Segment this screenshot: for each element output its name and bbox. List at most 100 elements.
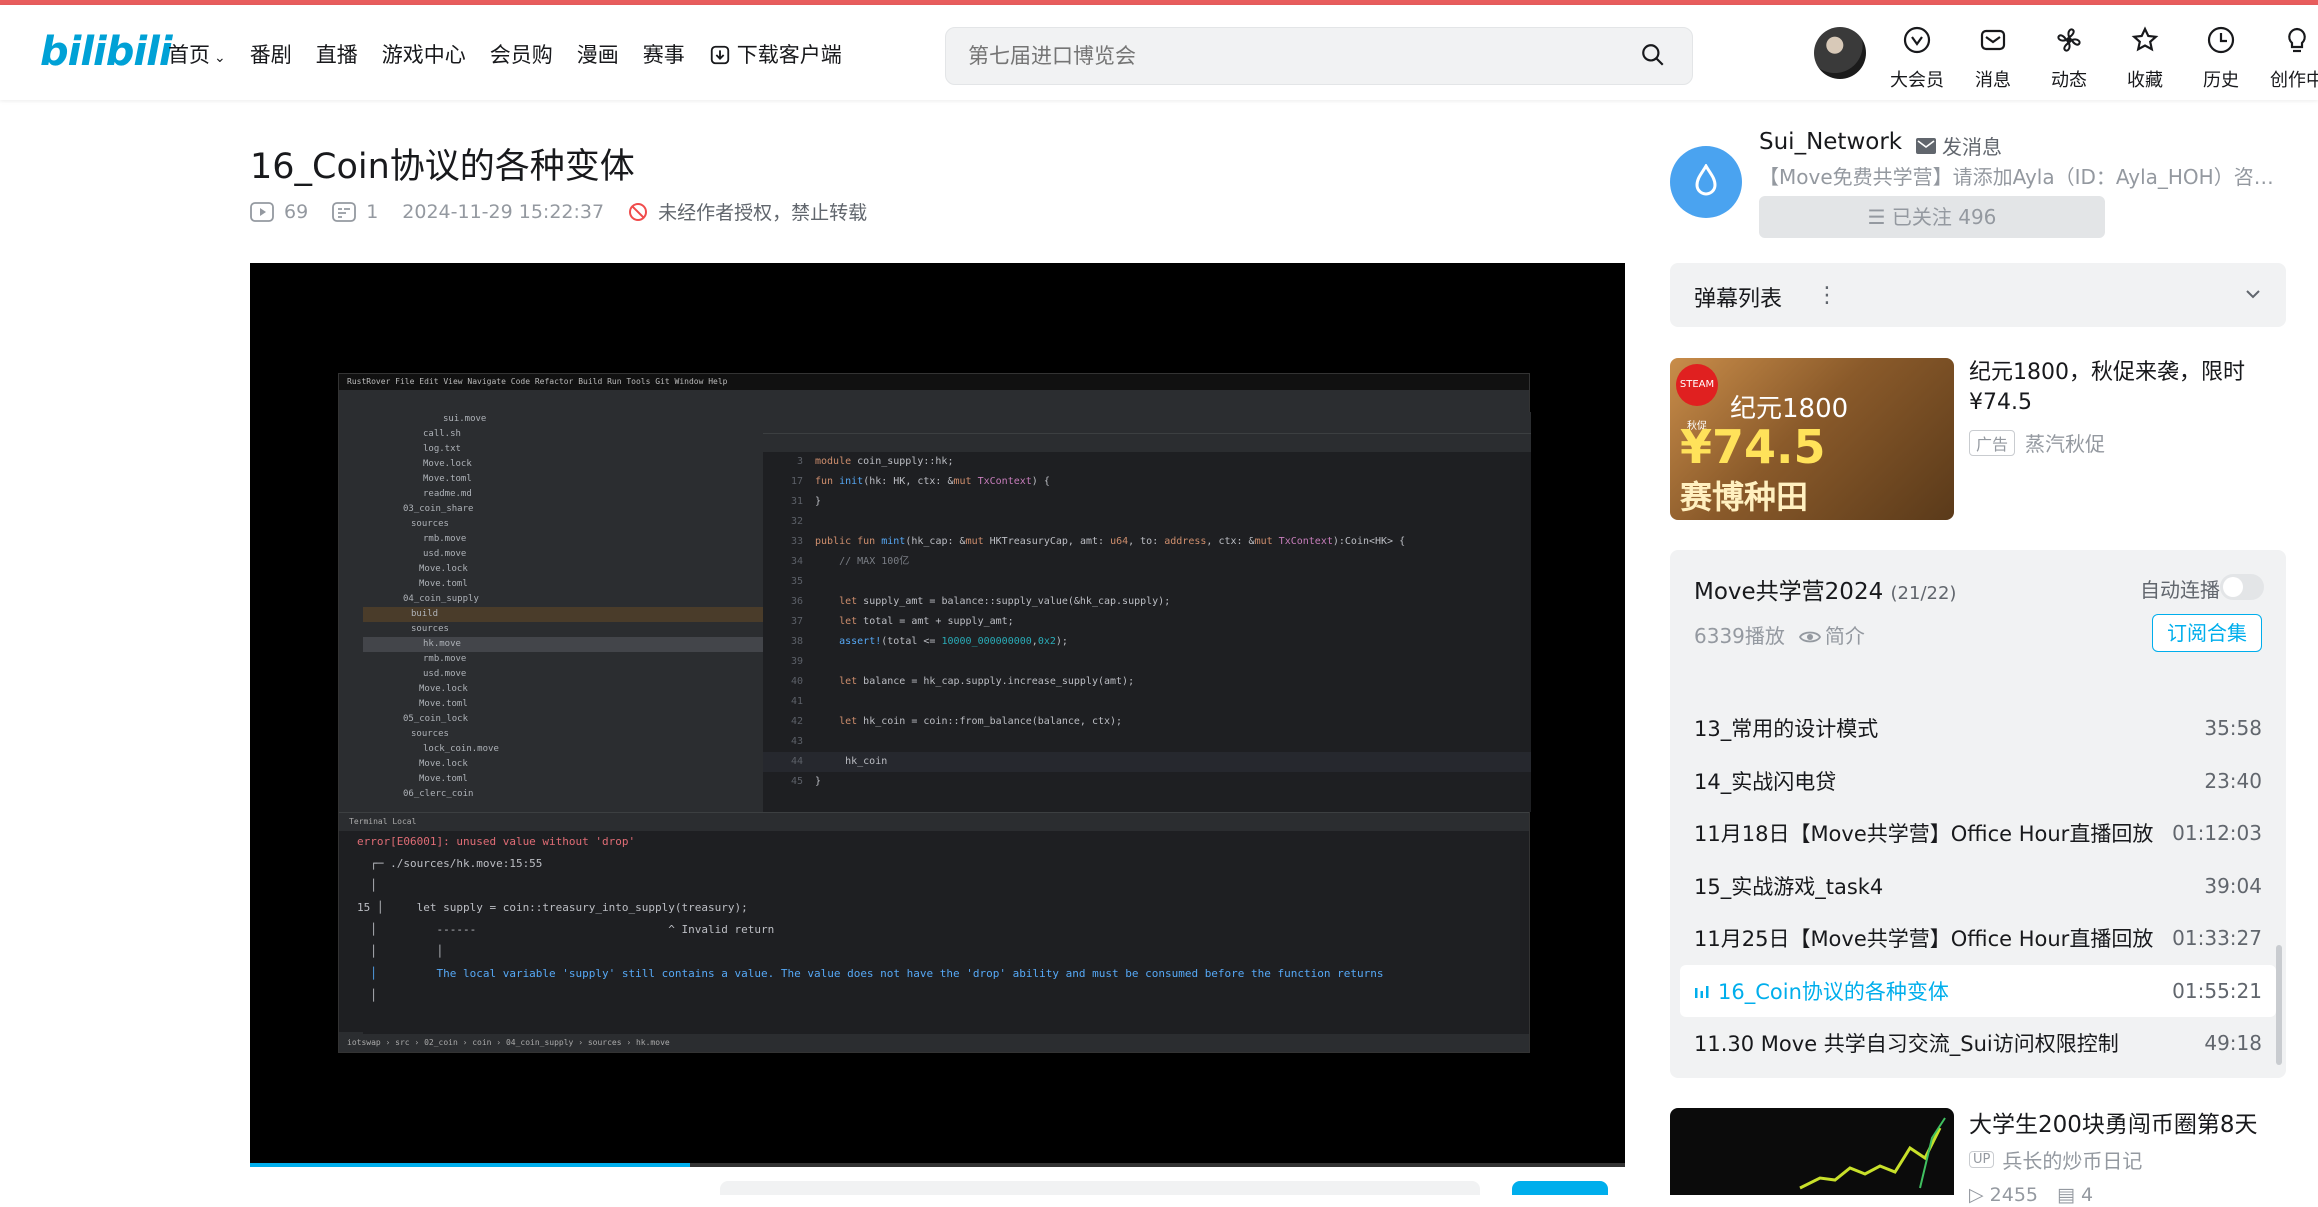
episode-item[interactable]: 16_Coin协议的各种变体 01:55:21 <box>1680 964 2276 1017</box>
danmaku-count-icon <box>332 201 357 222</box>
send-message-button[interactable]: 发消息 <box>1916 131 2002 160</box>
ad-meta: 广告 蒸汽秋促 <box>1969 428 2105 457</box>
project-tree-item: sources <box>411 624 449 634</box>
follow-button[interactable]: ☰ 已关注 496 <box>1759 196 2105 238</box>
terminal-line: error[E06001]: unused value without 'dro… <box>357 835 636 848</box>
video-progress-fill <box>250 1163 690 1167</box>
episode-list: 13_常用的设计模式 35:58 14_实战闪电贷 23:40 11月18日【Move共… <box>1680 702 2276 1070</box>
danmaku-list-panel[interactable]: 弹幕列表 ⋮ <box>1670 263 2286 327</box>
recommendation-uploader[interactable]: UP 兵长的炒币日记 <box>1969 1145 2142 1174</box>
code-view: 3 module coin_supply::hk; 17 fun init(hk: … <box>763 452 1531 792</box>
collection-title[interactable]: Move共学营2024 (21/22) <box>1694 572 1956 606</box>
ad-source[interactable]: 蒸汽秋促 <box>2025 428 2105 457</box>
project-tree-item: rmb.move <box>423 654 467 664</box>
project-tree-item: sources <box>411 729 449 739</box>
episode-title-text: 11月25日【Move共学营】Office Hour直播回放 <box>1694 927 2154 952</box>
episode-list-scrollbar[interactable] <box>2276 945 2282 1065</box>
project-tree-item: 04_coin_supply <box>403 594 479 604</box>
episode-title: 11月18日【Move共学营】Office Hour直播回放 <box>1694 818 2153 848</box>
messages-button[interactable]: 消息 <box>1962 25 2024 92</box>
creator-label: 创作中 <box>2270 70 2318 91</box>
more-options-icon[interactable]: ⋮ <box>1816 283 1838 308</box>
dynamic-button[interactable]: 动态 <box>2038 25 2100 92</box>
recommendation-title[interactable]: 大学生200块勇闯币圈第8天 <box>1969 1105 2258 1139</box>
project-tree-item: Move.toml <box>423 474 472 484</box>
autoplay-label: 自动连播 <box>2140 578 2220 602</box>
recommendation-thumbnail[interactable] <box>1670 1108 1954 1195</box>
video-frame-ide: RustRover File Edit View Navigate Code R… <box>338 373 1531 1053</box>
vip-icon <box>1903 26 1931 54</box>
send-danmaku-button[interactable] <box>1512 1181 1608 1195</box>
recommendation-views: 2455 <box>1989 1184 2039 1206</box>
nav-live[interactable]: 直播 <box>316 39 358 69</box>
bilibili-logo[interactable]: bilibili <box>40 29 173 75</box>
video-title: 16_Coin协议的各种变体 <box>250 147 635 187</box>
project-tree-item: readme.md <box>423 489 472 499</box>
nav-anime[interactable]: 番剧 <box>250 39 292 69</box>
messages-label: 消息 <box>1975 70 2011 91</box>
nav-download[interactable]: 下载客户端 <box>709 39 842 69</box>
terminal-line: │ <box>357 879 377 892</box>
project-tree-item: Move.toml <box>419 774 468 784</box>
video-progress-bar[interactable] <box>250 1163 1625 1167</box>
up-badge: UP <box>1969 1151 1995 1168</box>
vip-button[interactable]: 大会员 <box>1886 25 1948 92</box>
project-tree-item: usd.move <box>423 669 467 679</box>
episode-duration: 01:55:21 <box>2172 978 2262 1003</box>
danmaku-input[interactable] <box>720 1181 1480 1195</box>
autoplay-toggle[interactable] <box>2220 574 2264 600</box>
favorites-button[interactable]: 收藏 <box>2114 25 2176 92</box>
history-button[interactable]: 历史 <box>2190 25 2252 92</box>
uploader-name[interactable]: Sui_Network <box>1759 129 1902 155</box>
uploader-avatar[interactable] <box>1670 146 1742 218</box>
project-tree-item: Move.lock <box>419 684 468 694</box>
vip-label: 大会员 <box>1890 70 1944 91</box>
nav-manga[interactable]: 漫画 <box>577 39 619 69</box>
nav-esports[interactable]: 赛事 <box>643 39 685 69</box>
creator-button[interactable]: 创作中 <box>2266 25 2318 92</box>
ide-editor: 3 module coin_supply::hk; 17 fun init(hk: … <box>763 412 1531 812</box>
favorites-label: 收藏 <box>2127 70 2163 91</box>
episode-title-text: 11.30 Move 共学自习交流_Sui访问权限控制 <box>1694 1032 2119 1057</box>
episode-title: 11月25日【Move共学营】Office Hour直播回放 <box>1694 923 2153 953</box>
video-player[interactable]: RustRover File Edit View Navigate Code R… <box>250 263 1625 1167</box>
episode-title-text: 11月18日【Move共学营】Office Hour直播回放 <box>1694 822 2154 847</box>
intro-label: 简介 <box>1824 624 1865 648</box>
episode-item[interactable]: 13_常用的设计模式 35:58 <box>1680 702 2276 755</box>
project-tree-item: Move.toml <box>419 699 468 709</box>
search-box <box>945 27 1693 85</box>
nav-home[interactable]: 首页 ⌄ <box>168 39 226 69</box>
ide-terminal: Terminal Local error[E06001]: unused val… <box>339 812 1529 1032</box>
search-icon[interactable] <box>1640 42 1666 68</box>
episode-item[interactable]: 11月18日【Move共学营】Office Hour直播回放 01:12:03 <box>1680 807 2276 860</box>
project-tree-item: 05_coin_lock <box>403 714 469 724</box>
sui-logo-icon <box>1695 164 1717 196</box>
search-input[interactable] <box>966 41 1606 71</box>
play-count-icon <box>250 201 274 222</box>
project-tree-item: Move.lock <box>423 459 472 469</box>
menu-icon: ☰ <box>1867 205 1892 229</box>
intro-link[interactable]: 简介 <box>1798 620 1865 649</box>
episode-title-text: 14_实战闪电贷 <box>1694 769 1837 794</box>
episode-item[interactable]: 11月25日【Move共学营】Office Hour直播回放 01:33:27 <box>1680 912 2276 965</box>
episode-item[interactable]: 14_实战闪电贷 23:40 <box>1680 755 2276 808</box>
user-avatar[interactable] <box>1814 27 1866 79</box>
ide-menubar: RustRover File Edit View Navigate Code R… <box>339 374 1529 390</box>
project-tree-item: 06_clerc_coin <box>403 789 474 799</box>
episode-duration: 01:12:03 <box>2172 821 2262 846</box>
episode-item[interactable]: 15_实战游戏_task4 39:04 <box>1680 860 2276 913</box>
editor-tabs <box>763 412 1531 434</box>
publish-date: 2024-11-29 15:22:37 <box>402 200 605 223</box>
header-actions: 大会员 消息 动态 收藏 历史 创作中 <box>1886 25 2318 92</box>
subscribe-collection-button[interactable]: 订阅合集 <box>2152 614 2262 652</box>
ad-thumbnail[interactable]: STEAM秋促 纪元1800 ¥74.5 赛博种田 <box>1670 358 1954 520</box>
episode-item[interactable]: 11.30 Move 共学自习交流_Sui访问权限控制 49:18 <box>1680 1017 2276 1070</box>
ad-image-subtitle: 赛博种田 <box>1680 478 1809 516</box>
ad-title[interactable]: 纪元1800，秋促来袭，限时¥74.5 <box>1969 358 2289 418</box>
project-tree-item: 03_coin_share <box>403 504 474 514</box>
chevron-down-icon[interactable] <box>2244 285 2262 303</box>
episode-duration: 49:18 <box>2204 1031 2262 1056</box>
nav-shop[interactable]: 会员购 <box>490 39 553 69</box>
nav-game-center[interactable]: 游戏中心 <box>382 39 466 69</box>
recommendation-stats: ▷ 2455 ▤ 4 <box>1969 1184 2094 1206</box>
